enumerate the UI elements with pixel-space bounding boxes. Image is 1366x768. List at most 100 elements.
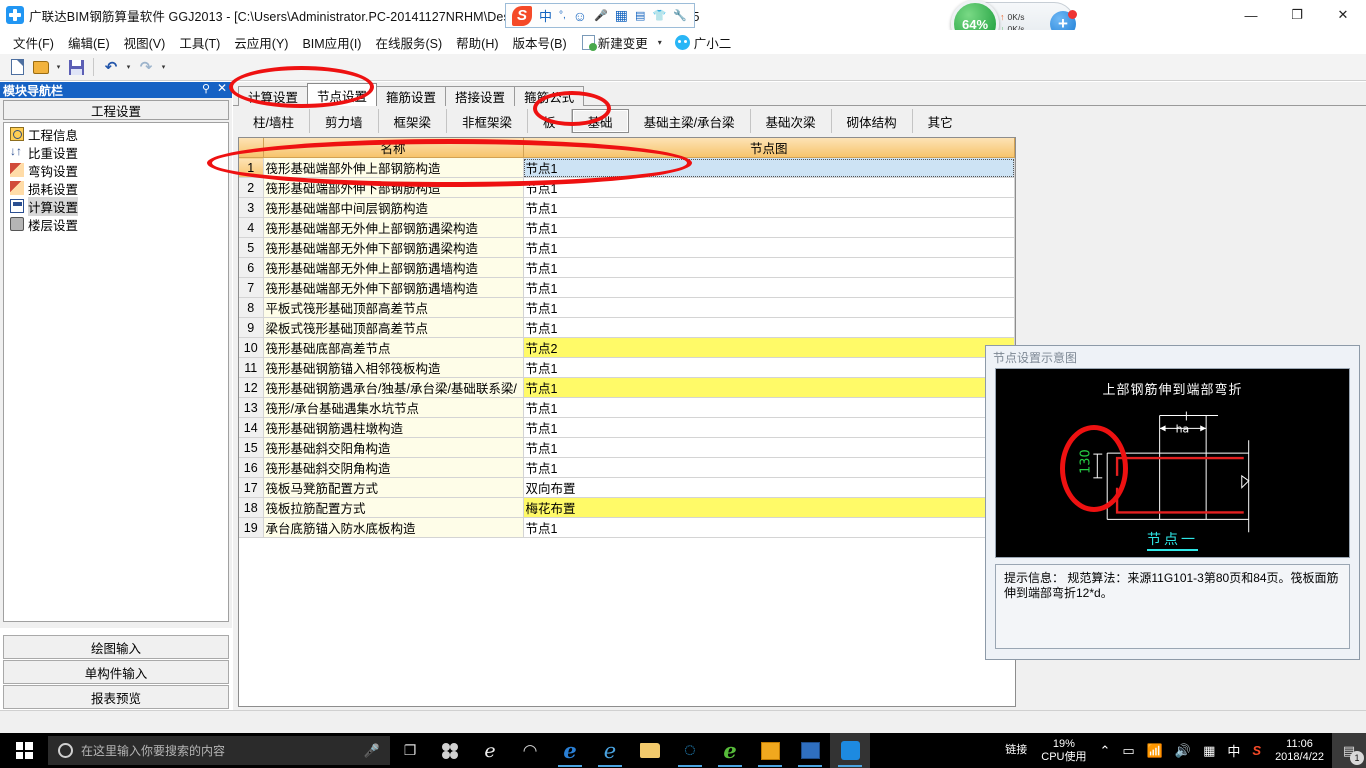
table-row[interactable]: 11 筏形基础钢筋锚入相邻筏板构造 节点1 [239, 357, 1015, 378]
taskbar-app-explorer[interactable] [630, 733, 670, 768]
table-row[interactable]: 9 梁板式筏形基础顶部高差节点 节点1 [239, 317, 1015, 338]
row-value[interactable]: 节点1 [523, 217, 1015, 238]
tab-foundation-main-beam[interactable]: 基础主梁/承台梁 [629, 109, 751, 133]
row-value[interactable]: 节点1 [523, 457, 1015, 478]
drawing-input-button[interactable]: 绘图输入 [3, 635, 229, 659]
new-file-button[interactable] [6, 56, 28, 78]
tab-lap-settings[interactable]: 搭接设置 [445, 86, 516, 106]
menu-bim[interactable]: BIM应用(I) [295, 31, 368, 54]
table-row[interactable]: 1 筏形基础端部外伸上部钢筋构造 节点1 [239, 157, 1015, 178]
menu-tools[interactable]: 工具(T) [172, 31, 227, 54]
row-value[interactable]: 节点1 [523, 397, 1015, 418]
menu-cloud[interactable]: 云应用(Y) [227, 31, 295, 54]
tab-calculation-settings[interactable]: 计算设置 [238, 86, 309, 106]
taskbar-app-notepad[interactable] [750, 733, 790, 768]
minimize-button[interactable]: — [1228, 0, 1274, 30]
taskbar-app-360[interactable]: ◌ [670, 733, 710, 768]
report-preview-button[interactable]: 报表预览 [3, 685, 229, 709]
menu-view[interactable]: 视图(V) [117, 31, 173, 54]
sidebar-item-project-info[interactable]: 工程信息 [4, 125, 228, 143]
taskbar-app-ie[interactable]: e [590, 733, 630, 768]
sidebar-item-hook-settings[interactable]: 弯钩设置 [4, 161, 228, 179]
row-value[interactable]: 节点1 [523, 357, 1015, 378]
start-button[interactable] [0, 733, 48, 768]
open-file-button[interactable] [30, 56, 52, 78]
taskbar-app-green-browser[interactable]: e [710, 733, 750, 768]
tab-frame-beam[interactable]: 框架梁 [379, 109, 448, 133]
tab-other[interactable]: 其它 [913, 109, 968, 133]
table-row[interactable]: 14 筏形基础钢筋遇柱墩构造 节点1 [239, 417, 1015, 438]
row-value[interactable]: 节点1 [523, 197, 1015, 218]
row-value[interactable]: 节点1 [523, 177, 1015, 198]
row-value[interactable]: 节点1 [523, 237, 1015, 258]
tab-slab[interactable]: 板 [528, 109, 572, 133]
table-row[interactable]: 16 筏形基础斜交阴角构造 节点1 [239, 457, 1015, 478]
tab-masonry-structure[interactable]: 砌体结构 [832, 109, 913, 133]
ime-keyboard-icon[interactable]: ▦ [615, 7, 628, 24]
row-value[interactable]: 梅花布置 [523, 497, 1015, 518]
notification-center-button[interactable]: ▤ 1 [1332, 733, 1366, 768]
volume-icon[interactable]: 🔊 [1169, 743, 1197, 759]
sogou-logo-icon[interactable]: S [512, 5, 532, 26]
wifi-icon[interactable]: 📶 [1141, 743, 1169, 759]
taskbar-app-pinwheel[interactable] [430, 733, 470, 768]
table-row[interactable]: 4 筏形基础端部无外伸上部钢筋遇梁构造 节点1 [239, 217, 1015, 238]
table-row[interactable]: 15 筏形基础斜交阳角构造 节点1 [239, 437, 1015, 458]
table-row[interactable]: 18 筏板拉筋配置方式 梅花布置 [239, 497, 1015, 518]
cpu-usage-tray[interactable]: 19% CPU使用 [1034, 738, 1093, 764]
battery-icon[interactable]: ▭ [1116, 743, 1140, 759]
new-change-caret-icon[interactable]: ▾ [658, 38, 662, 47]
row-value[interactable]: 节点1 [523, 437, 1015, 458]
row-value[interactable]: 节点1 [523, 277, 1015, 298]
link-status[interactable]: 链接 [998, 744, 1034, 757]
table-row[interactable]: 7 筏形基础端部无外伸下部钢筋遇墙构造 节点1 [239, 277, 1015, 298]
settings-grid[interactable]: 名称 节点图 1 筏形基础端部外伸上部钢筋构造 节点1 2 筏形基础端部外伸下部钢筋构造… [238, 137, 1016, 707]
tab-node-settings[interactable]: 节点设置 [307, 83, 378, 106]
taskbar-app-edge-outline[interactable]: e [470, 733, 510, 768]
menu-version[interactable]: 版本号(B) [506, 31, 574, 54]
table-row[interactable]: 17 筏板马凳筋配置方式 双向布置 [239, 477, 1015, 498]
table-row[interactable]: 3 筏形基础端部中间层钢筋构造 节点1 [239, 197, 1015, 218]
sidebar-item-loss-settings[interactable]: 损耗设置 [4, 179, 228, 197]
menu-online-service[interactable]: 在线服务(S) [368, 31, 449, 54]
tab-column-wall[interactable]: 柱/墙柱 [238, 109, 310, 133]
taskbar-app-ggj[interactable] [830, 733, 870, 768]
sogou-tray-icon[interactable]: S [1246, 743, 1267, 758]
taskbar-app-spiral[interactable]: ◠ [510, 733, 550, 768]
table-row[interactable]: 8 平板式筏形基础顶部高差节点 节点1 [239, 297, 1015, 318]
ime-skin-icon[interactable]: 👕 [652, 9, 666, 22]
single-element-input-button[interactable]: 单构件输入 [3, 660, 229, 684]
ime-mic-icon[interactable]: 🎤 [594, 9, 608, 22]
mic-icon[interactable]: 🎤 [364, 743, 380, 759]
tab-foundation-secondary-beam[interactable]: 基础次梁 [751, 109, 832, 133]
sidebar-item-calculation-settings[interactable]: 计算设置 [4, 196, 228, 216]
tab-foundation[interactable]: 基础 [571, 109, 629, 133]
tab-stirrup-formula[interactable]: 箍筋公式 [514, 86, 585, 106]
maximize-button[interactable]: ❐ [1274, 0, 1320, 30]
ime-floating-toolbar[interactable]: S 中 °, ☺ 🎤 ▦ ▤ 👕 🔧 [505, 3, 695, 28]
close-button[interactable]: ✕ [1320, 0, 1366, 30]
taskbar-app-dictionary[interactable] [790, 733, 830, 768]
row-value[interactable]: 节点1 [523, 377, 1015, 398]
row-value[interactable]: 节点1 [523, 157, 1015, 178]
taskbar-app-edge[interactable]: e [550, 733, 590, 768]
task-view-button[interactable]: ❐ [390, 733, 430, 768]
table-row[interactable]: 13 筏形/承台基础遇集水坑节点 节点1 [239, 397, 1015, 418]
row-value[interactable]: 节点1 [523, 297, 1015, 318]
keyboard-icon[interactable]: ▦ [1197, 743, 1221, 759]
ime-tools-icon[interactable]: 🔧 [673, 9, 687, 22]
table-row[interactable]: 2 筏形基础端部外伸下部钢筋构造 节点1 [239, 177, 1015, 198]
pin-icon[interactable]: ⚲ [202, 82, 210, 95]
table-row[interactable]: 10 筏形基础底部高差节点 节点2 [239, 337, 1015, 358]
sidebar-group-project-settings[interactable]: 工程设置 [3, 100, 229, 120]
menu-file[interactable]: 文件(F) [6, 31, 61, 54]
row-value[interactable]: 节点2 [523, 337, 1015, 358]
undo-dropdown-icon[interactable]: ▾ [124, 63, 133, 71]
table-row[interactable]: 19 承台底筋锚入防水底板构造 节点1 [239, 517, 1015, 538]
row-value[interactable]: 节点1 [523, 317, 1015, 338]
tab-shear-wall[interactable]: 剪力墙 [310, 109, 379, 133]
table-row[interactable]: 6 筏形基础端部无外伸上部钢筋遇墙构造 节点1 [239, 257, 1015, 278]
ime-indicator[interactable]: 中 [1221, 741, 1246, 760]
table-row[interactable]: 12 筏形基础钢筋遇承台/独基/承台梁/基础联系梁/节点1 [239, 377, 1015, 398]
tab-non-frame-beam[interactable]: 非框架梁 [447, 109, 529, 133]
